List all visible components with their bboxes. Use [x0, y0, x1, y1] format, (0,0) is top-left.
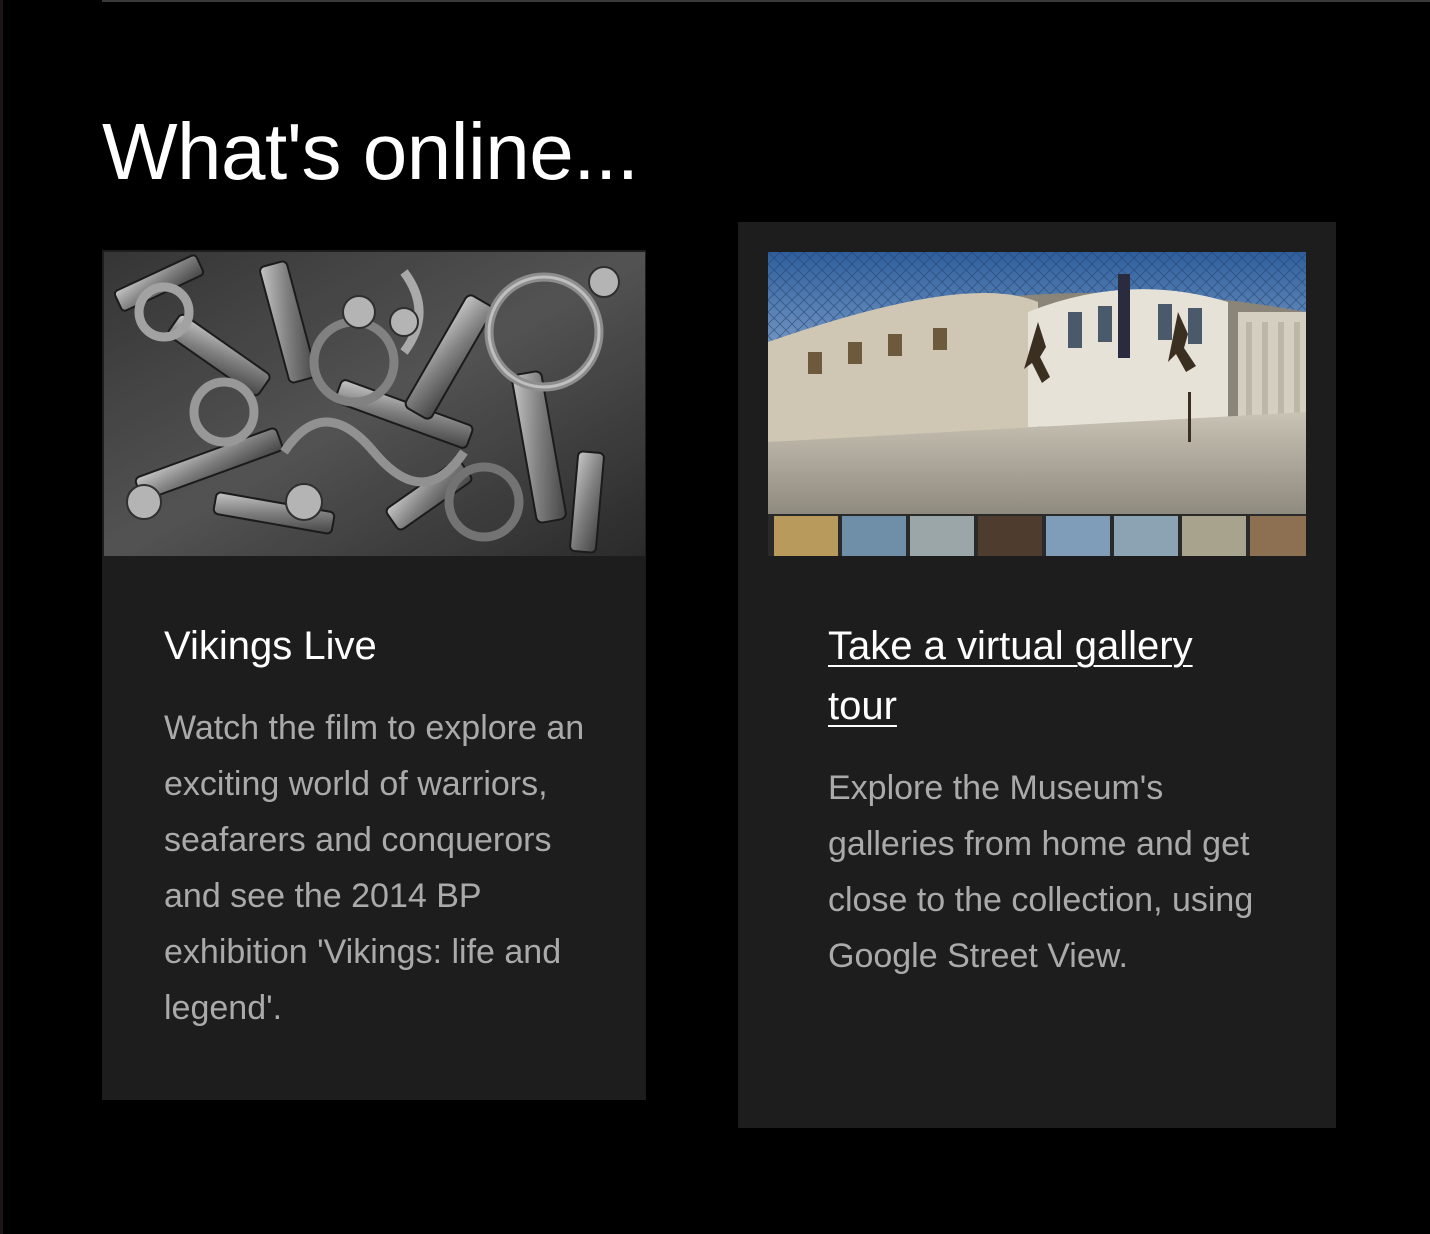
street-view-image[interactable] — [768, 252, 1306, 556]
card-title[interactable]: Vikings Live — [164, 616, 624, 676]
left-edge-divider — [0, 0, 3, 1234]
section-title: What's online... — [102, 107, 639, 196]
top-divider — [102, 0, 1430, 2]
page: What's online... Vikings Live Watch the … — [0, 0, 1430, 1234]
card-title: Take a virtual gallery tour — [828, 616, 1268, 736]
card-description: Watch the film to explore an exciting wo… — [164, 709, 585, 1027]
vikings-hoard-image[interactable] — [104, 252, 645, 556]
card-vikings-live[interactable]: Vikings Live Watch the film to explore a… — [102, 250, 646, 1100]
card-virtual-gallery-tour[interactable]: Take a virtual gallery tour Explore the … — [738, 222, 1336, 1128]
card-description: Explore the Museum's galleries from home… — [828, 769, 1254, 975]
virtual-tour-link[interactable]: Take a virtual gallery tour — [828, 624, 1193, 728]
